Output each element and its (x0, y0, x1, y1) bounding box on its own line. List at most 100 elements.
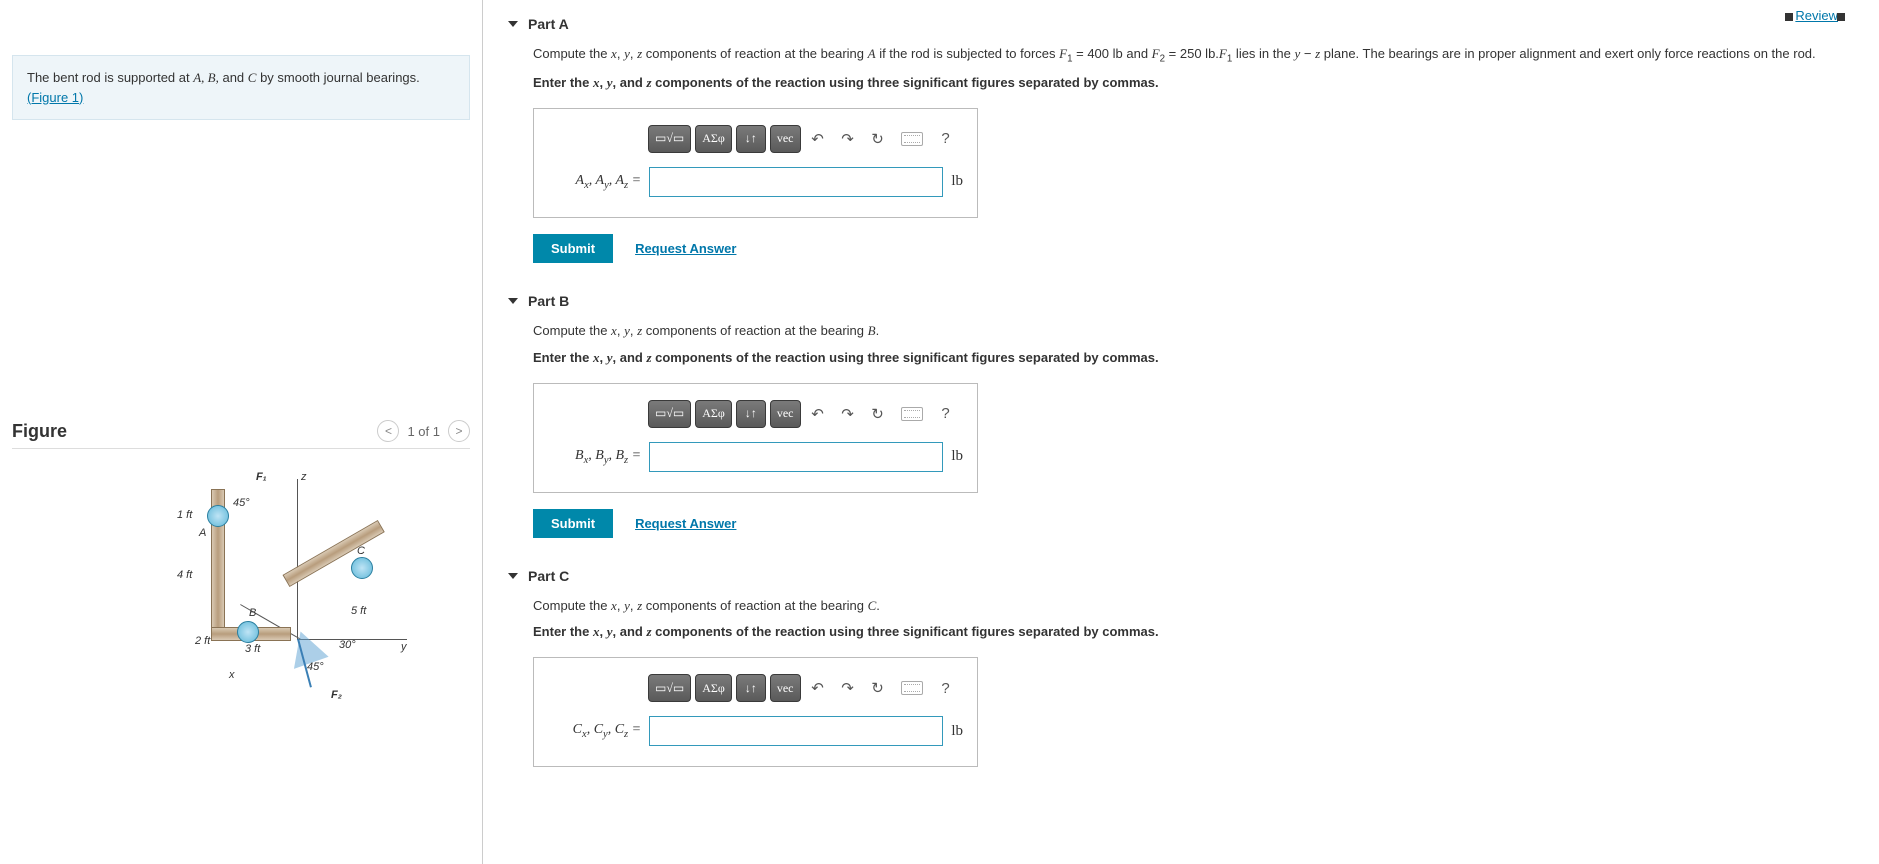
part-prompt: Compute the x, y, z components of reacti… (533, 596, 1854, 617)
axis-z (297, 479, 298, 639)
right-panel: Review Part A Compute the x, y, z compone… (483, 0, 1879, 864)
answer-label: Ax, Ay, Az = (548, 173, 641, 191)
subsup-button[interactable]: ↓↑ (736, 400, 766, 428)
submit-button[interactable]: Submit (533, 234, 613, 263)
answer-unit: lb (951, 448, 963, 465)
templates-button[interactable]: ▭√▭ (648, 674, 691, 702)
answer-label: Cx, Cy, Cz = (548, 722, 641, 740)
keyboard-button[interactable] (895, 674, 929, 702)
enter-instruction: Enter the x, y, and z components of the … (533, 622, 1854, 643)
part-header[interactable]: Part A (508, 0, 1854, 36)
answer-row: Ax, Ay, Az = lb (548, 167, 963, 197)
axis-z-label: z (301, 471, 307, 483)
equation-toolbar: ▭√▭ΑΣφ↓↑vec↶↷↻? (648, 674, 963, 702)
answer-input[interactable] (649, 442, 943, 472)
help-button[interactable]: ? (933, 125, 959, 153)
answer-box: ▭√▭ΑΣφ↓↑vec↶↷↻? Ax, Ay, Az = lb (533, 108, 978, 218)
figure-title: Figure (12, 421, 67, 442)
figure-next-button[interactable]: > (448, 420, 470, 442)
enter-instruction: Enter the x, y, and z components of the … (533, 348, 1854, 369)
enter-instruction: Enter the x, y, and z components of the … (533, 73, 1854, 94)
part-prompt: Compute the x, y, z components of reacti… (533, 44, 1854, 67)
label-f1: F₁ (256, 471, 267, 483)
greek-button[interactable]: ΑΣφ (695, 125, 732, 153)
left-panel: The bent rod is supported at A, B, and C… (0, 0, 483, 864)
dim-3ft: 3 ft (245, 643, 260, 655)
answer-input[interactable] (649, 716, 943, 746)
request-answer-link[interactable]: Request Answer (635, 516, 736, 531)
angle-45: 45° (233, 497, 250, 509)
greek-button[interactable]: ΑΣφ (695, 400, 732, 428)
answer-row: Bx, By, Bz = lb (548, 442, 963, 472)
part-c: Part C Compute the x, y, z components of … (508, 558, 1854, 788)
keyboard-icon (901, 407, 923, 421)
problem-statement: The bent rod is supported at A, B, and C… (12, 55, 470, 120)
undo-button[interactable]: ↶ (805, 674, 831, 702)
subsup-button[interactable]: ↓↑ (736, 674, 766, 702)
redo-button[interactable]: ↷ (835, 674, 861, 702)
bearing-b (237, 621, 259, 643)
part-body: Compute the x, y, z components of reacti… (508, 313, 1854, 558)
caret-down-icon (508, 573, 518, 579)
part-header[interactable]: Part C (508, 558, 1854, 588)
keyboard-button[interactable] (895, 125, 929, 153)
vec-button[interactable]: vec (770, 400, 801, 428)
part-b: Part B Compute the x, y, z components of … (508, 283, 1854, 558)
part-title: Part B (528, 293, 569, 309)
problem-text: The bent rod is supported at A, B, and C… (27, 70, 420, 85)
reset-button[interactable]: ↻ (865, 674, 891, 702)
angle-30: 30° (339, 639, 356, 651)
dim-1ft: 1 ft (177, 509, 192, 521)
action-row: Submit Request Answer (533, 234, 1854, 263)
part-title: Part A (528, 16, 569, 32)
templates-button[interactable]: ▭√▭ (648, 400, 691, 428)
figure-diagram: A B C F₁ F₂ z y x 45° 30° 45° 1 ft 4 ft … (61, 469, 421, 729)
figure-prev-button[interactable]: < (377, 420, 399, 442)
templates-button[interactable]: ▭√▭ (648, 125, 691, 153)
part-a: Part A Compute the x, y, z components of … (508, 0, 1854, 283)
reset-button[interactable]: ↻ (865, 400, 891, 428)
undo-button[interactable]: ↶ (805, 125, 831, 153)
answer-input[interactable] (649, 167, 943, 197)
label-c: C (357, 545, 365, 557)
axis-y-label: y (401, 641, 407, 653)
request-answer-link[interactable]: Request Answer (635, 241, 736, 256)
dim-2ft: 2 ft (195, 635, 210, 647)
keyboard-button[interactable] (895, 400, 929, 428)
label-f2: F₂ (331, 689, 342, 701)
bearing-c (351, 557, 373, 579)
answer-unit: lb (951, 173, 963, 190)
label-b: B (249, 607, 256, 619)
redo-button[interactable]: ↷ (835, 125, 861, 153)
part-prompt: Compute the x, y, z components of reacti… (533, 321, 1854, 342)
part-title: Part C (528, 568, 569, 584)
answer-label: Bx, By, Bz = (548, 448, 641, 466)
keyboard-icon (901, 132, 923, 146)
equation-toolbar: ▭√▭ΑΣφ↓↑vec↶↷↻? (648, 125, 963, 153)
subsup-button[interactable]: ↓↑ (736, 125, 766, 153)
undo-button[interactable]: ↶ (805, 400, 831, 428)
vec-button[interactable]: vec (770, 125, 801, 153)
figure-viewport[interactable]: A B C F₁ F₂ z y x 45° 30° 45° 1 ft 4 ft … (12, 461, 470, 761)
angle-45b: 45° (307, 661, 324, 673)
reset-button[interactable]: ↻ (865, 125, 891, 153)
help-button[interactable]: ? (933, 400, 959, 428)
dim-5ft: 5 ft (351, 605, 366, 617)
greek-button[interactable]: ΑΣφ (695, 674, 732, 702)
redo-button[interactable]: ↷ (835, 400, 861, 428)
answer-row: Cx, Cy, Cz = lb (548, 716, 963, 746)
part-header[interactable]: Part B (508, 283, 1854, 313)
review-link[interactable]: Review (1785, 8, 1849, 23)
figure-link[interactable]: (Figure 1) (27, 90, 83, 105)
help-button[interactable]: ? (933, 674, 959, 702)
axis-x-label: x (229, 669, 235, 681)
submit-button[interactable]: Submit (533, 509, 613, 538)
label-a: A (199, 527, 206, 539)
figure-page-count: 1 of 1 (407, 424, 440, 439)
figure-pager: < 1 of 1 > (377, 420, 470, 442)
vec-button[interactable]: vec (770, 674, 801, 702)
answer-unit: lb (951, 723, 963, 740)
bearing-a (207, 505, 229, 527)
part-body: Compute the x, y, z components of reacti… (508, 36, 1854, 283)
dim-4ft: 4 ft (177, 569, 192, 581)
